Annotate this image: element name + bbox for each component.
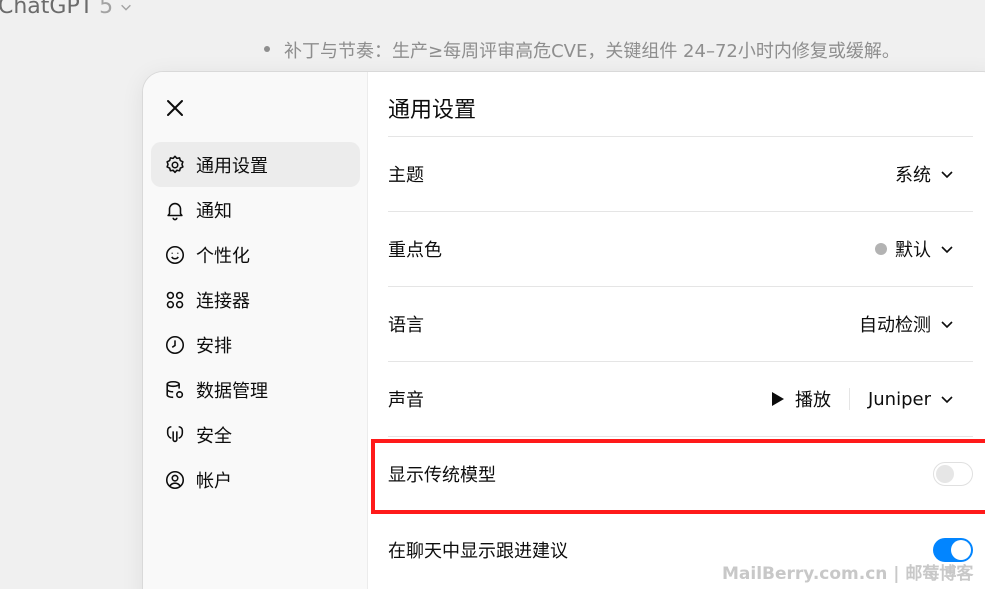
voice-play-button[interactable]: 播放 [771, 386, 831, 412]
legacy-models-toggle[interactable] [933, 462, 973, 486]
sidebar-item-label: 安排 [196, 335, 232, 357]
gear-icon [166, 155, 184, 173]
toggle-knob [936, 465, 954, 483]
sidebar-item-label: 帐户 [196, 470, 232, 492]
language-label: 语言 [388, 315, 424, 336]
language-dropdown[interactable]: 自动检测 [859, 311, 973, 337]
model-version: 5 [99, 0, 114, 19]
sidebar-item-notifications[interactable]: 通知 [151, 187, 360, 232]
sidebar-item-label: 个性化 [196, 245, 250, 267]
theme-label: 主题 [388, 165, 424, 186]
sidebar-item-label: 连接器 [196, 290, 250, 312]
watermark: MailBerry.com.cn | 邮莓博客 [722, 564, 974, 584]
sidebar-item-label: 通知 [196, 200, 232, 222]
theme-value: 系统 [895, 165, 931, 186]
legacy-models-label: 显示传统模型 [388, 465, 496, 486]
voice-dropdown[interactable]: Juniper [868, 389, 955, 410]
play-icon [771, 392, 784, 406]
voice-divider [848, 388, 850, 410]
accent-dropdown[interactable]: 默认 [875, 236, 973, 262]
chevron-down-icon [941, 321, 953, 329]
voice-label: 声音 [388, 390, 424, 411]
sidebar-item-data-controls[interactable]: 数据管理 [151, 367, 360, 412]
accent-color-swatch [875, 243, 887, 255]
chevron-down-icon [941, 246, 953, 254]
language-value: 自动检测 [859, 315, 931, 336]
sidebar-item-label: 通用设置 [196, 155, 268, 177]
sidebar-item-personalization[interactable]: 个性化 [151, 232, 360, 277]
bullet-dot [264, 46, 270, 52]
bell-icon [167, 202, 183, 220]
voice-controls: 播放 Juniper [771, 386, 973, 412]
chevron-down-icon [941, 396, 953, 404]
database-icon [166, 380, 184, 398]
settings-modal: 通用设置 通知 个性化 连接器 安排 数据管理 安全 帐户 通用设置 主题 系统… [143, 72, 985, 589]
follow-up-toggle[interactable] [933, 537, 973, 562]
accent-row: 重点色 默认 [388, 212, 973, 287]
toggle-knob [951, 539, 971, 560]
connectors-icon [166, 291, 184, 308]
chevron-down-icon [941, 171, 953, 179]
shield-icon [166, 425, 184, 442]
chevron-down-icon [121, 4, 132, 11]
settings-nav: 通用设置 通知 个性化 连接器 安排 数据管理 安全 帐户 [151, 142, 360, 502]
settings-sidebar: 通用设置 通知 个性化 连接器 安排 数据管理 安全 帐户 [143, 72, 368, 589]
smile-icon [165, 245, 185, 264]
chat-message-line: 补丁与节奏：生产≥每周评审高危CVE，关键组件 24–72小时内修复或缓解。 [264, 37, 900, 63]
page-title: 通用设置 [388, 98, 477, 123]
sidebar-item-schedule[interactable]: 安排 [151, 322, 360, 367]
settings-content: 通用设置 主题 系统 重点色 默认 语言 自动检测 声音 播放 Juniper … [388, 72, 973, 589]
legacy-models-row: 显示传统模型 [388, 437, 973, 512]
voice-value: Juniper [867, 388, 931, 410]
clock-icon [165, 335, 185, 354]
app-title: ChatGPT [0, 0, 94, 19]
chat-message-text: 补丁与节奏：生产≥每周评审高危CVE，关键组件 24–72小时内修复或缓解。 [284, 41, 900, 62]
model-selector[interactable]: ChatGPT 5 [0, 0, 133, 19]
follow-up-label: 在聊天中显示跟进建议 [388, 540, 568, 562]
theme-row: 主题 系统 [388, 137, 973, 212]
sidebar-item-connectors[interactable]: 连接器 [151, 277, 360, 322]
close-icon [167, 100, 183, 116]
account-icon [165, 470, 185, 489]
accent-value: 默认 [895, 240, 931, 261]
language-row: 语言 自动检测 [388, 287, 973, 362]
voice-row: 声音 播放 Juniper [388, 362, 973, 437]
accent-label: 重点色 [388, 240, 442, 261]
sidebar-item-label: 安全 [196, 425, 232, 447]
sidebar-item-security[interactable]: 安全 [151, 412, 360, 457]
sidebar-item-label: 数据管理 [196, 380, 268, 402]
sidebar-item-account[interactable]: 帐户 [151, 457, 360, 502]
voice-play-label: 播放 [794, 390, 831, 411]
theme-dropdown[interactable]: 系统 [895, 161, 973, 187]
close-button[interactable] [163, 96, 187, 120]
sidebar-item-general[interactable]: 通用设置 [151, 142, 360, 187]
